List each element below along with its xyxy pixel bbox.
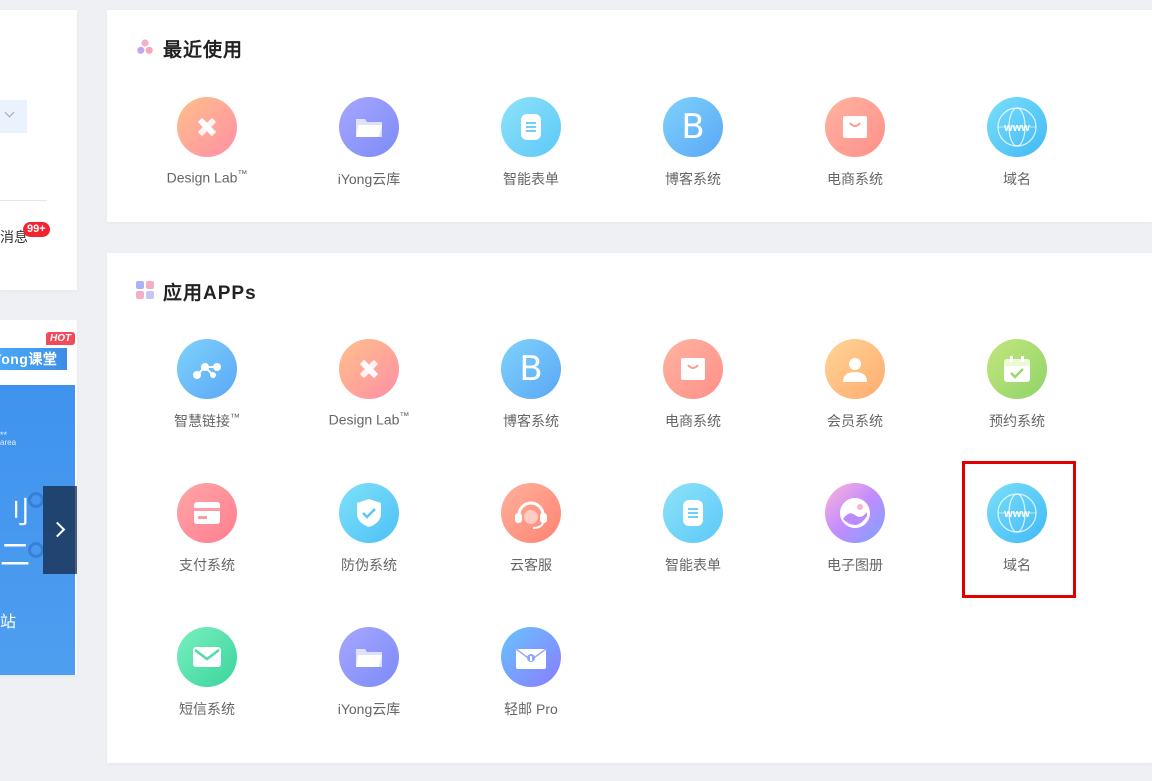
payment-icon <box>177 483 237 543</box>
app-tile-design-lab[interactable]: Design Lab™ <box>299 339 439 428</box>
calendar-icon <box>987 339 1047 399</box>
form-icon <box>501 97 561 157</box>
shopping-bag-icon <box>825 97 885 157</box>
recent-section-icon <box>137 39 153 54</box>
app-label: 博客系统 <box>665 171 721 187</box>
course-title: iYong课堂 <box>0 348 67 370</box>
app-label: 短信系统 <box>179 701 235 717</box>
shopping-bag-icon <box>663 339 723 399</box>
app-label: 智慧链接™ <box>174 412 240 429</box>
divider <box>0 200 47 201</box>
app-label: 云客服 <box>510 557 552 573</box>
svg-text:www: www <box>1003 122 1030 134</box>
app-tile-payment[interactable]: 支付系统 <box>137 483 277 575</box>
app-tile-form[interactable]: 智能表单 <box>461 97 601 189</box>
app-label: 智能表单 <box>665 557 721 573</box>
app-label: Design Lab™ <box>328 411 410 428</box>
app-tile-calendar[interactable]: 预约系统 <box>947 339 1087 431</box>
app-tile-headset[interactable]: 云客服 <box>461 483 601 575</box>
cloud-folder-icon <box>339 627 399 687</box>
app-tile-shopping-bag[interactable]: 电商系统 <box>623 339 763 431</box>
app-tile-album[interactable]: 电子图册 <box>785 483 925 575</box>
app-tile-sms[interactable]: 短信系统 <box>137 627 277 719</box>
app-label: iYong云库 <box>337 171 401 187</box>
design-lab-icon <box>177 97 237 157</box>
app-tile-member[interactable]: 会员系统 <box>785 339 925 431</box>
headset-icon <box>501 483 561 543</box>
banner-circle-icon <box>28 492 44 508</box>
app-label: 域名 <box>1003 171 1031 187</box>
app-tile-cloud-folder[interactable]: iYong云库 <box>299 627 439 719</box>
smart-link-icon <box>177 339 237 399</box>
album-icon <box>825 483 885 543</box>
selection-highlight <box>962 461 1076 598</box>
shield-icon <box>339 483 399 543</box>
banner-small-text-2: area <box>0 438 17 447</box>
app-tile-design-lab[interactable]: Design Lab™ <box>137 97 277 186</box>
app-label: Design Lab™ <box>166 169 248 186</box>
section-title: 应用APPs <box>163 283 257 304</box>
apps-section-icon <box>136 281 154 299</box>
app-tile-form[interactable]: 智能表单 <box>623 483 763 575</box>
design-lab-icon <box>339 339 399 399</box>
banner-next-button[interactable] <box>43 486 77 574</box>
blog-icon: B <box>663 97 723 157</box>
hot-badge: HOT <box>46 332 76 345</box>
banner-circle-icon <box>28 542 44 558</box>
banner-headline-1: 刂 <box>0 497 30 530</box>
sms-icon <box>177 627 237 687</box>
app-tile-globe-www[interactable]: www 域名 <box>947 97 1087 189</box>
recent-section: 最近使用 Design Lab™ iYong云库 智能表单 B 博客系统 电商系统 www 域… <box>107 10 1152 222</box>
app-tile-shopping-bag[interactable]: 电商系统 <box>785 97 925 189</box>
user-panel: 消息 99+ <box>0 10 77 290</box>
app-label: 电子图册 <box>827 557 883 573</box>
app-label: 智能表单 <box>503 171 559 187</box>
app-label: 防伪系统 <box>341 557 397 573</box>
app-label: 预约系统 <box>989 413 1045 429</box>
app-label: 会员系统 <box>827 413 883 429</box>
app-label: 支付系统 <box>179 557 235 573</box>
app-label: 轻邮 Pro <box>504 701 558 717</box>
form-icon <box>663 483 723 543</box>
dropdown-select[interactable] <box>0 100 27 133</box>
app-tile-cloud-folder[interactable]: iYong云库 <box>299 97 439 189</box>
chevron-down-icon <box>4 107 15 118</box>
app-tile-mail[interactable]: 轻邮 Pro <box>461 627 601 719</box>
message-count-badge: 99+ <box>23 222 50 237</box>
app-tile-smart-link[interactable]: 智慧链接™ <box>137 339 277 431</box>
app-tile-blog[interactable]: B 博客系统 <box>461 339 601 431</box>
app-tile-shield[interactable]: 防伪系统 <box>299 483 439 575</box>
chevron-right-icon <box>49 521 66 538</box>
cloud-folder-icon <box>339 97 399 157</box>
promo-banner[interactable]: HOT iYong课堂 ** area 刂 二 站 <box>0 320 77 675</box>
section-title: 最近使用 <box>163 40 244 61</box>
globe-www-icon: www <box>987 97 1047 157</box>
blog-icon: B <box>501 339 561 399</box>
app-label: 博客系统 <box>503 413 559 429</box>
member-icon <box>825 339 885 399</box>
app-label: iYong云库 <box>337 701 401 717</box>
banner-footer-text: 站 <box>0 614 17 631</box>
mail-icon <box>501 627 561 687</box>
app-label: 电商系统 <box>665 413 721 429</box>
app-tile-blog[interactable]: B 博客系统 <box>623 97 763 189</box>
app-label: 电商系统 <box>827 171 883 187</box>
banner-headline-2: 二 <box>0 539 30 572</box>
